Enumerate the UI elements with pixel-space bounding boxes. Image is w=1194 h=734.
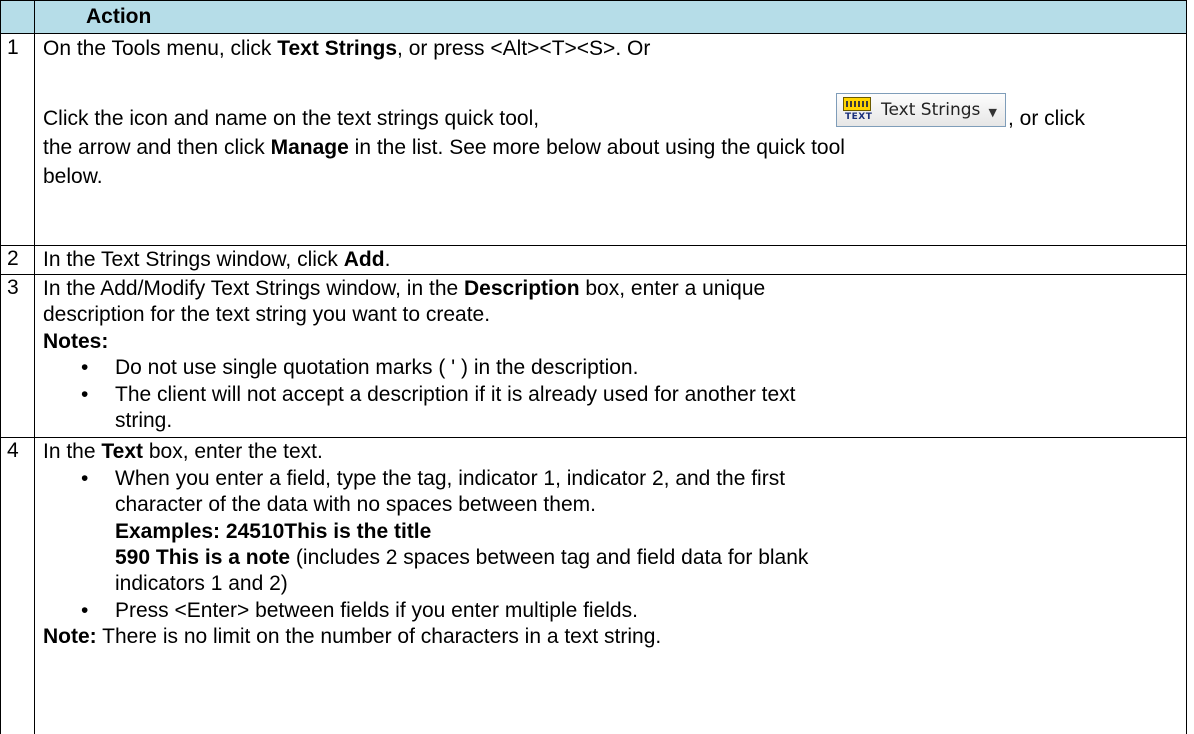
example-2: 590 This is a note (includes 2 spaces be… bbox=[115, 546, 809, 569]
step-3-line-1: In the Add/Modify Text Strings window, i… bbox=[43, 277, 766, 300]
border-top bbox=[0, 0, 1187, 1]
note-item: Do not use single quotation marks ( ' ) … bbox=[115, 356, 639, 379]
bullet: • bbox=[81, 467, 89, 490]
step-2-text: In the Text Strings window, click Add. bbox=[43, 248, 391, 271]
notes-label: Notes: bbox=[43, 330, 109, 353]
step-number: 3 bbox=[7, 276, 19, 299]
row-divider bbox=[0, 33, 1187, 34]
bullet: • bbox=[81, 383, 89, 406]
row-divider bbox=[0, 245, 1187, 246]
example-2-continued: indicators 1 and 2) bbox=[115, 572, 288, 595]
step-number: 4 bbox=[7, 439, 19, 462]
step-4-bullet-2: Press <Enter> between fields if you ente… bbox=[115, 599, 638, 622]
step-4-line-1: In the Text box, enter the text. bbox=[43, 440, 323, 463]
step-number: 2 bbox=[7, 247, 19, 270]
step-number: 1 bbox=[7, 36, 19, 59]
keyboard-icon: TEXT bbox=[841, 96, 875, 124]
note-item: The client will not accept a description… bbox=[115, 383, 796, 406]
bullet: • bbox=[81, 599, 89, 622]
step-1-line-1: On the Tools menu, click Text Strings, o… bbox=[43, 37, 651, 60]
row-divider bbox=[0, 274, 1187, 275]
instruction-table: Action 1 On the Tools menu, click Text S… bbox=[0, 0, 1194, 734]
step-1-line-2-end: , or click bbox=[1008, 107, 1086, 130]
step-4-bullet-1-line-2: character of the data with no spaces bet… bbox=[115, 493, 596, 516]
step-1-line-3: the arrow and then click Manage in the l… bbox=[43, 136, 845, 159]
border-right bbox=[1186, 0, 1187, 734]
dropdown-arrow-icon[interactable]: ▼ bbox=[989, 106, 997, 119]
column-divider bbox=[34, 0, 35, 734]
step-1-line-2: Click the icon and name on the text stri… bbox=[43, 107, 540, 130]
quick-tool-label: Text Strings bbox=[881, 100, 981, 120]
step-4-bullet-1-line-1: When you enter a field, type the tag, in… bbox=[115, 467, 786, 490]
note-item-continued: string. bbox=[115, 409, 173, 432]
example-1: Examples: 24510This is the title bbox=[115, 520, 432, 543]
bullet: • bbox=[81, 356, 89, 379]
step-1-line-4: below. bbox=[43, 165, 103, 188]
text-strings-quick-tool[interactable]: TEXT Text Strings ▼ bbox=[836, 93, 1006, 127]
step-3-line-2: description for the text string you want… bbox=[43, 303, 491, 326]
action-header: Action bbox=[86, 5, 152, 28]
step-4-note: Note: There is no limit on the number of… bbox=[43, 625, 662, 648]
border-left bbox=[0, 0, 1, 734]
row-divider bbox=[0, 437, 1187, 438]
table-header: Action bbox=[0, 0, 1186, 33]
